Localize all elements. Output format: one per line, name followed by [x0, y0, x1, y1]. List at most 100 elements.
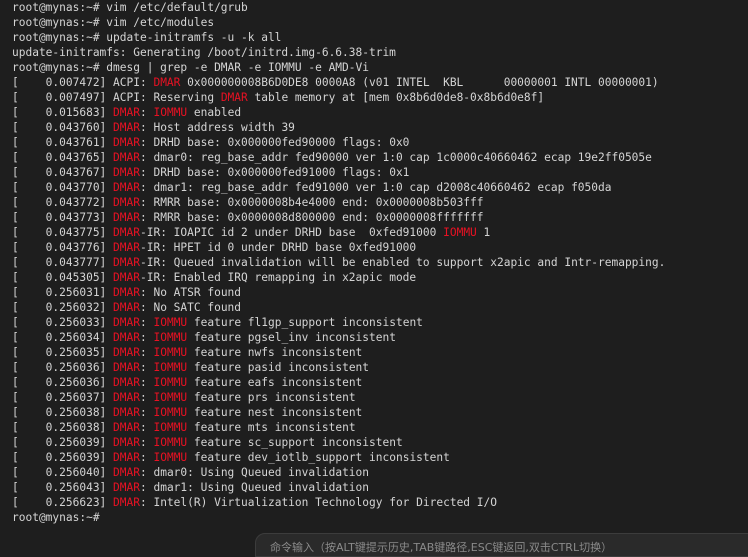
highlighted-match: DMAR	[113, 421, 140, 434]
terminal-line: [ 0.043765] DMAR: dmar0: reg_base_addr f…	[12, 150, 744, 165]
line-text: [ 0.007497] ACPI: Reserving	[12, 91, 221, 104]
terminal-window[interactable]: root@mynas:~# vim /etc/default/grub root@…	[0, 0, 748, 547]
highlighted-match: IOMMU	[153, 436, 188, 449]
line-text: [ 0.256040]	[12, 466, 114, 479]
terminal-line: [ 0.256031] DMAR: No ATSR found	[12, 285, 744, 300]
highlighted-match: IOMMU	[153, 316, 188, 329]
line-text: -IR: IOAPIC id 2 under DRHD base 0xfed91…	[140, 226, 444, 239]
terminal-line: [ 0.256038] DMAR: IOMMU feature mts inco…	[12, 420, 744, 435]
highlighted-match: DMAR	[113, 346, 140, 359]
line-text: :	[140, 361, 154, 374]
line-text: : DRHD base: 0x000000fed90000 flags: 0x0	[140, 136, 410, 149]
highlighted-match: DMAR	[113, 106, 140, 119]
line-text: [ 0.256036]	[12, 361, 114, 374]
line-text: :	[140, 406, 154, 419]
highlighted-match: DMAR	[113, 331, 140, 344]
terminal-line: [ 0.043775] DMAR-IR: IOAPIC id 2 under D…	[12, 225, 744, 240]
line-text: [ 0.256038]	[12, 421, 114, 434]
terminal-line: [ 0.256036] DMAR: IOMMU feature eafs inc…	[12, 375, 744, 390]
terminal-prompt-line: root@mynas:~#	[12, 510, 744, 525]
line-text: feature pgsel_inv inconsistent	[187, 331, 396, 344]
highlighted-match: DMAR	[113, 376, 140, 389]
line-text: [ 0.256035]	[12, 346, 114, 359]
terminal-line: root@mynas:~# vim /etc/default/grub	[12, 0, 744, 15]
line-text: :	[140, 376, 154, 389]
line-text: feature mts inconsistent	[187, 421, 356, 434]
line-text: -IR: Queued invalidation will be enabled…	[140, 256, 666, 269]
line-text: [ 0.256036]	[12, 376, 114, 389]
line-text: : DRHD base: 0x000000fed91000 flags: 0x1	[140, 166, 410, 179]
terminal-line: [ 0.007497] ACPI: Reserving DMAR table m…	[12, 90, 744, 105]
highlighted-match: DMAR	[113, 436, 140, 449]
line-text: : No ATSR found	[140, 286, 242, 299]
line-text: :	[140, 391, 154, 404]
terminal-line: [ 0.015683] DMAR: IOMMU enabled	[12, 105, 744, 120]
line-text: [ 0.256032]	[12, 301, 114, 314]
terminal-line: [ 0.007472] ACPI: DMAR 0x000000008B6D0DE…	[12, 75, 744, 90]
line-text: : RMRR base: 0x0000008b4e4000 end: 0x000…	[140, 196, 484, 209]
line-text: 1	[476, 226, 491, 239]
highlighted-match: DMAR	[113, 181, 140, 194]
line-text: :	[140, 451, 154, 464]
line-text: -IR: Enabled IRQ remapping in x2apic mod…	[140, 271, 417, 284]
highlighted-match: IOMMU	[443, 226, 477, 239]
line-text: :	[140, 106, 154, 119]
line-text: [ 0.007472] ACPI:	[12, 76, 154, 89]
line-text: feature nest inconsistent	[187, 406, 363, 419]
line-text: root@mynas:~#	[12, 511, 100, 524]
line-text: [ 0.043767]	[12, 166, 114, 179]
line-text: : Host address width 39	[140, 121, 295, 134]
line-text: 0x000000008B6D0DE8 0000A8 (v01 INTEL KBL…	[180, 76, 659, 89]
terminal-line: [ 0.043761] DMAR: DRHD base: 0x000000fed…	[12, 135, 744, 150]
terminal-line: [ 0.256035] DMAR: IOMMU feature nwfs inc…	[12, 345, 744, 360]
highlighted-match: DMAR	[113, 211, 140, 224]
terminal-line: [ 0.043770] DMAR: dmar1: reg_base_addr f…	[12, 180, 744, 195]
highlighted-match: DMAR	[113, 286, 140, 299]
terminal-line: [ 0.256039] DMAR: IOMMU feature dev_iotl…	[12, 450, 744, 465]
line-text: [ 0.043775]	[12, 226, 114, 239]
highlighted-match: DMAR	[113, 121, 140, 134]
terminal-line: [ 0.256038] DMAR: IOMMU feature nest inc…	[12, 405, 744, 420]
command-input-bar[interactable]: 命令输入（按ALT键提示历史,TAB键路径,ESC键返回,双击CTRL切换）	[255, 533, 748, 557]
line-text: : dmar0: Using Queued invalidation	[140, 466, 370, 479]
highlighted-match: IOMMU	[153, 346, 188, 359]
line-text: [ 0.043777]	[12, 256, 114, 269]
line-text: [ 0.015683]	[12, 106, 114, 119]
line-text: [ 0.256034]	[12, 331, 114, 344]
terminal-line: [ 0.256037] DMAR: IOMMU feature prs inco…	[12, 390, 744, 405]
highlighted-match: DMAR	[113, 226, 140, 239]
line-text: [ 0.043761]	[12, 136, 114, 149]
highlighted-match: DMAR	[113, 241, 140, 254]
highlighted-match: DMAR	[113, 391, 140, 404]
highlighted-match: DMAR	[153, 76, 181, 89]
line-text: :	[140, 436, 154, 449]
terminal-line: [ 0.045305] DMAR-IR: Enabled IRQ remappi…	[12, 270, 744, 285]
terminal-line: update-initramfs: Generating /boot/initr…	[12, 45, 744, 60]
line-text: :	[140, 346, 154, 359]
terminal-line: [ 0.043760] DMAR: Host address width 39	[12, 120, 744, 135]
terminal-output[interactable]: root@mynas:~# vim /etc/default/grub root@…	[12, 0, 744, 525]
highlighted-match: IOMMU	[153, 451, 188, 464]
highlighted-match: DMAR	[113, 451, 140, 464]
highlighted-match: DMAR	[113, 481, 140, 494]
terminal-line: [ 0.256034] DMAR: IOMMU feature pgsel_in…	[12, 330, 744, 345]
line-text: [ 0.043770]	[12, 181, 114, 194]
highlighted-match: IOMMU	[153, 391, 188, 404]
line-text: : No SATC found	[140, 301, 242, 314]
terminal-line: [ 0.256043] DMAR: dmar1: Using Queued in…	[12, 480, 744, 495]
line-text: :	[140, 421, 154, 434]
line-text: table memory at [mem 0x8b6d0de8-0x8b6d0e…	[247, 91, 545, 104]
highlighted-match: DMAR	[113, 406, 140, 419]
highlighted-match: IOMMU	[153, 421, 188, 434]
highlighted-match: DMAR	[113, 256, 140, 269]
highlighted-match: DMAR	[113, 361, 140, 374]
line-text: feature pasid inconsistent	[187, 361, 370, 374]
terminal-line: root@mynas:~# update-initramfs -u -k all	[12, 30, 744, 45]
terminal-line: [ 0.256033] DMAR: IOMMU feature fl1gp_su…	[12, 315, 744, 330]
line-text: feature nwfs inconsistent	[187, 346, 363, 359]
terminal-line: [ 0.043772] DMAR: RMRR base: 0x0000008b4…	[12, 195, 744, 210]
line-text: [ 0.045305]	[12, 271, 114, 284]
line-text: [ 0.043765]	[12, 151, 114, 164]
line-text: root@mynas:~# update-initramfs -u -k all	[12, 31, 282, 44]
terminal-line: [ 0.043776] DMAR-IR: HPET id 0 under DRH…	[12, 240, 744, 255]
